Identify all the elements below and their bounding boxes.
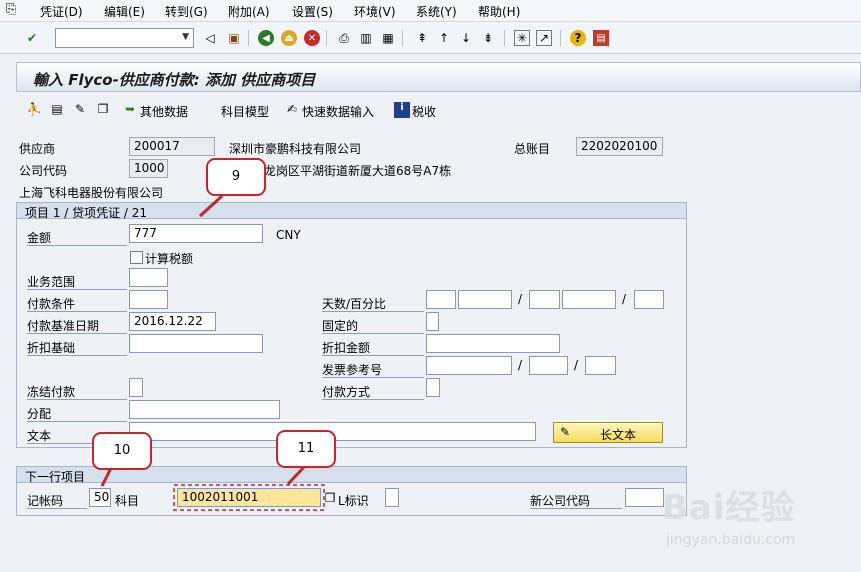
callout-line-9 [198, 194, 224, 218]
callout-bubble-10: 10 [92, 432, 152, 470]
watermark-logo: Bai经验 [662, 488, 796, 528]
callout-bubble-9: 9 [206, 158, 266, 196]
callout-line-11 [286, 464, 307, 486]
watermark-url: jingyan.baidu.com [666, 532, 796, 548]
account-highlight-frame [173, 484, 325, 511]
callout-bubble-11: 11 [276, 430, 336, 468]
